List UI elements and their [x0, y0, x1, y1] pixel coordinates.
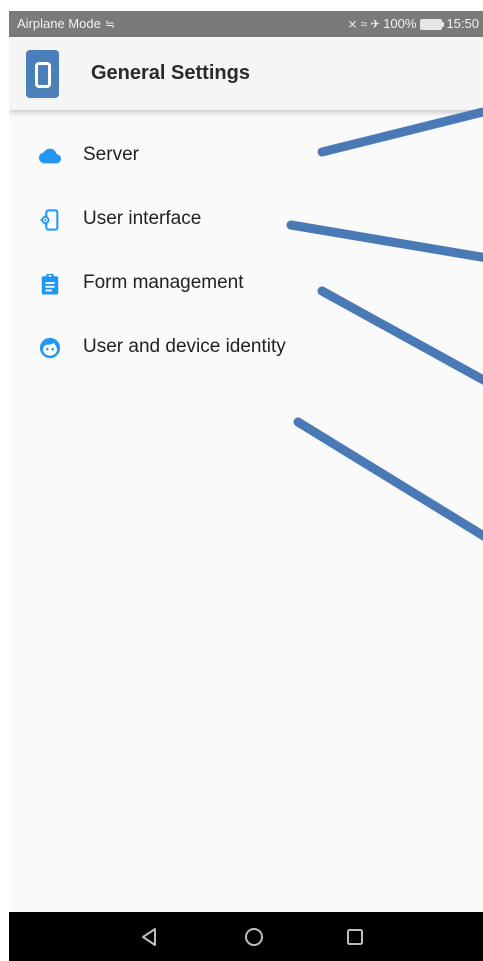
wifi-icon: ≈	[360, 17, 368, 31]
airplane-icon: ✈	[370, 17, 381, 31]
navigation-bar	[9, 912, 483, 961]
airplane-mode-label: Airplane Mode	[17, 16, 101, 31]
face-icon	[39, 337, 61, 359]
mute-icon: ⨯	[347, 17, 358, 31]
status-right: ⨯ ≈ ✈ 100% 15:50	[347, 11, 479, 37]
phone-frame-icon	[26, 50, 59, 98]
battery-icon	[420, 18, 445, 30]
clock: 15:50	[446, 16, 479, 31]
sim-icon: ≒	[104, 17, 115, 31]
callout-line-identity	[293, 417, 483, 541]
cloud-icon	[39, 148, 61, 164]
home-icon[interactable]	[241, 924, 267, 950]
back-icon[interactable]	[137, 924, 163, 950]
clipboard-icon	[41, 273, 59, 295]
app-bar: General Settings	[9, 37, 483, 110]
device-screen: Airplane Mode ≒ ⨯ ≈ ✈ 100% 15:50 General…	[9, 11, 483, 961]
recents-icon[interactable]	[342, 924, 368, 950]
settings-menu: Server User interface Form management Us…	[9, 123, 483, 379]
settings-item-form-management[interactable]: Form management	[9, 251, 483, 315]
settings-item-server[interactable]: Server	[9, 123, 483, 187]
status-left: Airplane Mode ≒	[17, 11, 115, 37]
battery-percent: 100%	[383, 16, 417, 31]
page-title: General Settings	[91, 62, 250, 84]
settings-item-label: Server	[83, 144, 139, 165]
settings-item-label: Form management	[83, 272, 244, 293]
device-settings-icon	[40, 209, 59, 231]
settings-item-label: User and device identity	[83, 336, 286, 357]
settings-item-label: User interface	[83, 208, 202, 229]
settings-item-identity[interactable]: User and device identity	[9, 315, 483, 379]
settings-item-user-interface[interactable]: User interface	[9, 187, 483, 251]
status-bar: Airplane Mode ≒ ⨯ ≈ ✈ 100% 15:50	[9, 11, 483, 37]
phone-frame-inner	[35, 62, 51, 88]
